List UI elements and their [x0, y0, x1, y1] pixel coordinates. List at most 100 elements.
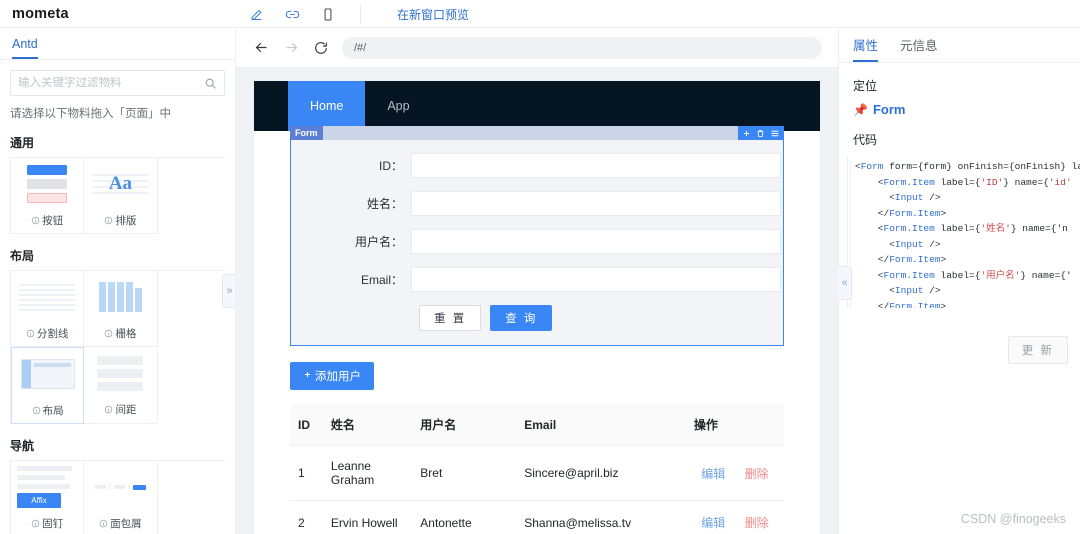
material-search-box[interactable]	[10, 70, 225, 96]
tab-meta-info[interactable]: 元信息	[900, 35, 938, 62]
cell-email: Shanna@melissa.tv	[516, 501, 686, 534]
material-item-text: 排版	[115, 213, 136, 228]
right-panel-collapse-handle[interactable]: «	[838, 266, 852, 300]
material-tabs: Antd	[0, 28, 235, 59]
material-item-label: 面包屑	[84, 513, 156, 534]
browser-toolbar	[236, 28, 838, 68]
material-item-divider[interactable]: 分割线	[11, 271, 84, 347]
code-line: </Form.Item>	[850, 206, 1080, 222]
group-title-navigation: 导航	[0, 424, 235, 460]
material-item-label: 栅格	[84, 323, 156, 346]
column-header-email: Email	[516, 404, 686, 446]
column-header-username: 用户名	[412, 404, 516, 446]
add-icon[interactable]	[742, 129, 751, 138]
link-icon[interactable]	[284, 6, 300, 22]
query-button[interactable]: 查 询	[490, 305, 552, 331]
code-line: <Input />	[850, 190, 1080, 206]
topbar: mometa 在新窗口预览	[0, 0, 1080, 28]
search-icon[interactable]	[204, 77, 217, 90]
material-item-label: 布局	[12, 400, 83, 423]
update-button[interactable]: 更 新	[1008, 336, 1068, 364]
code-viewer[interactable]: <Form form={form} onFinish={onFinish} la…	[847, 156, 1080, 308]
selection-actions	[738, 126, 784, 140]
material-item-text: 栅格	[115, 326, 136, 341]
edit-link[interactable]: 编辑	[701, 516, 725, 530]
tab-properties[interactable]: 属性	[853, 35, 878, 62]
material-item-grid[interactable]: 栅格	[84, 271, 157, 347]
cell-actions: 编辑 删除	[686, 446, 784, 501]
selected-form-component[interactable]: Form	[290, 138, 784, 346]
info-icon	[104, 216, 113, 225]
locate-form-link[interactable]: 📌 Form	[839, 94, 1080, 117]
arrow-right-icon[interactable]	[282, 39, 300, 57]
locate-section-title: 定位	[839, 63, 1080, 94]
reload-icon[interactable]	[312, 39, 330, 57]
arrow-left-icon[interactable]	[252, 39, 270, 57]
table-row[interactable]: 1 Leanne Graham Bret Sincere@april.biz 编…	[290, 446, 784, 501]
update-button-wrap: 更 新	[1008, 336, 1068, 364]
cell-name[interactable]: Leanne Graham	[323, 446, 412, 501]
site-nav-home[interactable]: Home	[288, 81, 365, 131]
material-item-label: 固钉	[11, 513, 83, 534]
delete-icon[interactable]	[756, 129, 765, 138]
form-row-id: ID：	[291, 153, 783, 178]
form-label: 姓名：	[291, 195, 411, 212]
material-item-label: 间距	[84, 399, 156, 422]
edit-icon[interactable]	[248, 6, 264, 22]
material-item-text: 分割线	[37, 326, 69, 341]
info-icon	[99, 519, 108, 528]
material-item-button[interactable]: 按钮	[11, 158, 84, 234]
thumb-breadcrumb: / /	[84, 461, 156, 513]
cell-id: 2	[290, 501, 323, 534]
material-item-breadcrumb[interactable]: / / 面包屑	[84, 461, 157, 534]
code-section-title: 代码	[839, 117, 1080, 148]
canvas-scroll: Home App Form	[236, 68, 838, 534]
reset-button[interactable]: 重 置	[419, 305, 481, 331]
preview-in-new-window-link[interactable]: 在新窗口预览	[397, 6, 469, 23]
add-user-button[interactable]: 添加用户	[290, 362, 374, 390]
toolbar-divider	[360, 5, 361, 23]
material-item-text: 间距	[115, 402, 136, 417]
info-icon	[104, 405, 113, 414]
form-input-name[interactable]	[411, 191, 781, 216]
affix-badge: Affix	[17, 493, 61, 508]
menu-icon[interactable]	[770, 129, 780, 138]
material-item-affix[interactable]: Affix 固钉	[11, 461, 84, 534]
mobile-icon[interactable]	[320, 6, 336, 22]
form-label: 用户名：	[291, 233, 411, 250]
edit-link[interactable]: 编辑	[701, 467, 725, 481]
material-grid-navigation: Affix 固钉 / /	[10, 460, 225, 534]
form-input-email[interactable]	[411, 267, 781, 292]
table-header-row: ID 姓名 用户名 Email 操作	[290, 404, 784, 446]
preview-canvas: Home App Form	[254, 81, 820, 534]
form-label: ID：	[291, 157, 411, 174]
delete-link[interactable]: 删除	[745, 516, 769, 530]
column-header-name: 姓名	[323, 404, 412, 446]
table-row[interactable]: 2 Ervin Howell Antonette Shanna@melissa.…	[290, 501, 784, 534]
code-content: <Form form={form} onFinish={onFinish} la…	[848, 156, 1080, 308]
group-title-layout: 布局	[0, 234, 235, 270]
form-buttons: 重 置 查 询	[291, 305, 783, 331]
url-input[interactable]	[342, 37, 822, 59]
cell-email: Sincere@april.biz	[516, 446, 686, 501]
user-table-wrap: ID 姓名 用户名 Email 操作 1 Leanne	[290, 404, 784, 534]
tab-antd[interactable]: Antd	[12, 37, 38, 59]
form-input-id[interactable]	[411, 153, 781, 178]
table-head: ID 姓名 用户名 Email 操作	[290, 404, 784, 446]
plus-icon	[303, 370, 312, 382]
material-search-input[interactable]	[18, 77, 204, 89]
selection-tag-label: Form	[290, 126, 323, 140]
site-nav-app[interactable]: App	[365, 81, 431, 131]
topbar-tools: 在新窗口预览	[248, 0, 469, 28]
material-item-layout[interactable]: 布局	[11, 347, 84, 424]
form-input-username[interactable]	[411, 229, 781, 254]
left-panel-collapse-handle[interactable]: »	[222, 274, 236, 308]
cell-name[interactable]: Ervin Howell	[323, 501, 412, 534]
locate-value: Form	[873, 102, 906, 117]
material-grid-layout: 分割线 栅格	[10, 270, 225, 424]
material-item-typography[interactable]: Aa 排版	[84, 158, 157, 234]
thumb-layout	[12, 348, 83, 400]
material-item-spacing[interactable]: 间距	[84, 347, 157, 424]
info-icon	[104, 329, 113, 338]
delete-link[interactable]: 删除	[745, 467, 769, 481]
